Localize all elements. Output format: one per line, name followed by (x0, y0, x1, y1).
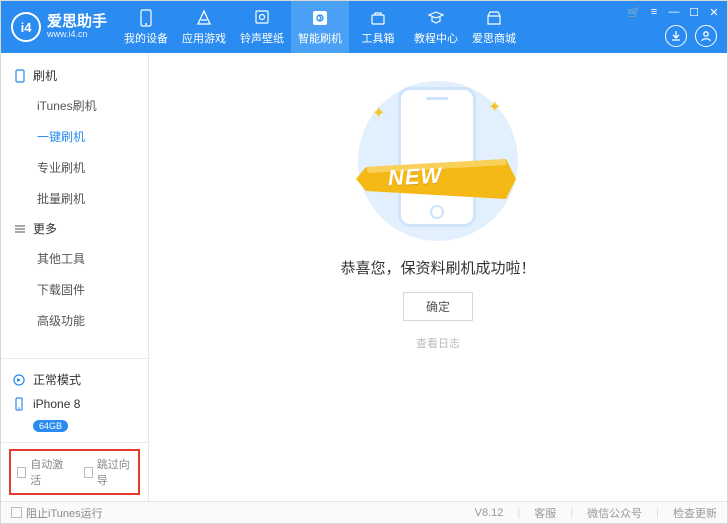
nav-label: 应用游戏 (182, 30, 226, 46)
skip-wizard-checkbox[interactable]: 跳过向导 (84, 456, 133, 488)
checkbox-icon (11, 507, 22, 518)
sidebar-item-pro-flash[interactable]: 专业刷机 (1, 152, 148, 183)
logo-icon: i4 (11, 12, 41, 42)
sidebar-group-more: 更多 (1, 214, 148, 243)
app-name: 爱思助手 (47, 14, 107, 31)
window-controls: 🛒 ≡ — ☐ ✕ (627, 5, 721, 19)
sidebar-item-advanced[interactable]: 高级功能 (1, 305, 148, 336)
menu-icon[interactable]: ≡ (647, 5, 661, 19)
checkbox-icon (84, 467, 93, 478)
nav-label: 智能刷机 (298, 30, 342, 46)
wechat-link[interactable]: 微信公众号 (587, 505, 642, 521)
flash-group-icon (13, 69, 27, 83)
more-group-icon (13, 222, 27, 236)
sidebar: 刷机 iTunes刷机 一键刷机 专业刷机 批量刷机 更多 其他工具 下载固件 … (1, 53, 149, 501)
nav-flash[interactable]: 智能刷机 (291, 1, 349, 53)
main-panel: ✦ ✦ NEW 恭喜您，保资料刷机成功啦！ 确定 查看日志 (149, 53, 727, 501)
store-icon (485, 9, 503, 27)
top-nav: 我的设备 应用游戏 铃声壁纸 智能刷机 工具箱 教程中心 爱思商城 (117, 1, 523, 53)
device-icon (137, 9, 155, 27)
nav-store[interactable]: 爱思商城 (465, 1, 523, 53)
sidebar-group-flash: 刷机 (1, 61, 148, 90)
user-button[interactable] (695, 25, 717, 47)
sidebar-item-oneclick-flash[interactable]: 一键刷机 (1, 121, 148, 152)
minimize-button[interactable]: — (667, 5, 681, 19)
app-header: i4 爱思助手 www.i4.cn 我的设备 应用游戏 铃声壁纸 智能刷机 工具… (1, 1, 727, 53)
sidebar-group-label: 刷机 (33, 67, 57, 84)
skip-wizard-label: 跳过向导 (97, 456, 132, 488)
storage-badge: 64GB (33, 420, 68, 432)
mode-label: 正常模式 (33, 371, 81, 388)
cart-icon[interactable]: 🛒 (627, 5, 641, 19)
sidebar-item-itunes-flash[interactable]: iTunes刷机 (1, 90, 148, 121)
app-logo: i4 爱思助手 www.i4.cn (1, 12, 117, 42)
sparkle-icon: ✦ (372, 103, 384, 115)
tutorial-icon (427, 9, 445, 27)
auto-activate-checkbox[interactable]: 自动激活 (17, 456, 66, 488)
new-label: NEW (387, 163, 443, 192)
nav-label: 工具箱 (362, 30, 395, 46)
status-bar: 阻止iTunes运行 V8.12 | 客服 | 微信公众号 | 检查更新 (1, 501, 727, 523)
sidebar-item-download-firmware[interactable]: 下载固件 (1, 274, 148, 305)
view-log-link[interactable]: 查看日志 (416, 335, 460, 351)
nav-label: 铃声壁纸 (240, 30, 284, 46)
nav-label: 爱思商城 (472, 30, 516, 46)
sidebar-group-label: 更多 (33, 220, 57, 237)
nav-apps[interactable]: 应用游戏 (175, 1, 233, 53)
checkbox-icon (17, 467, 26, 478)
check-update-link[interactable]: 检查更新 (673, 505, 717, 521)
maximize-button[interactable]: ☐ (687, 5, 701, 19)
app-url: www.i4.cn (47, 30, 107, 40)
phone-icon (11, 396, 27, 412)
success-illustration: ✦ ✦ NEW (338, 81, 538, 241)
nav-toolbox[interactable]: 工具箱 (349, 1, 407, 53)
device-name-row[interactable]: iPhone 8 (11, 392, 138, 416)
download-button[interactable] (665, 25, 687, 47)
nav-label: 教程中心 (414, 30, 458, 46)
block-itunes-checkbox[interactable]: 阻止iTunes运行 (11, 505, 103, 521)
auto-activate-label: 自动激活 (30, 456, 65, 488)
device-name: iPhone 8 (33, 397, 80, 411)
version-label: V8.12 (475, 507, 504, 519)
block-itunes-label: 阻止iTunes运行 (26, 505, 103, 521)
nav-label: 我的设备 (124, 30, 168, 46)
sidebar-item-other-tools[interactable]: 其他工具 (1, 243, 148, 274)
nav-ringtone[interactable]: 铃声壁纸 (233, 1, 291, 53)
toolbox-icon (369, 9, 387, 27)
success-text: 恭喜您，保资料刷机成功啦！ (340, 257, 535, 278)
sparkle-icon: ✦ (488, 97, 500, 109)
ok-button[interactable]: 确定 (403, 292, 473, 321)
device-mode[interactable]: 正常模式 (11, 367, 138, 392)
ringtone-icon (253, 9, 271, 27)
highlighted-options: 自动激活 跳过向导 (9, 449, 140, 495)
support-link[interactable]: 客服 (534, 505, 556, 521)
nav-tutorial[interactable]: 教程中心 (407, 1, 465, 53)
sidebar-item-batch-flash[interactable]: 批量刷机 (1, 183, 148, 214)
apps-icon (195, 9, 213, 27)
flash-icon (311, 9, 329, 27)
nav-my-device[interactable]: 我的设备 (117, 1, 175, 53)
mode-icon (11, 372, 27, 388)
close-button[interactable]: ✕ (707, 5, 721, 19)
